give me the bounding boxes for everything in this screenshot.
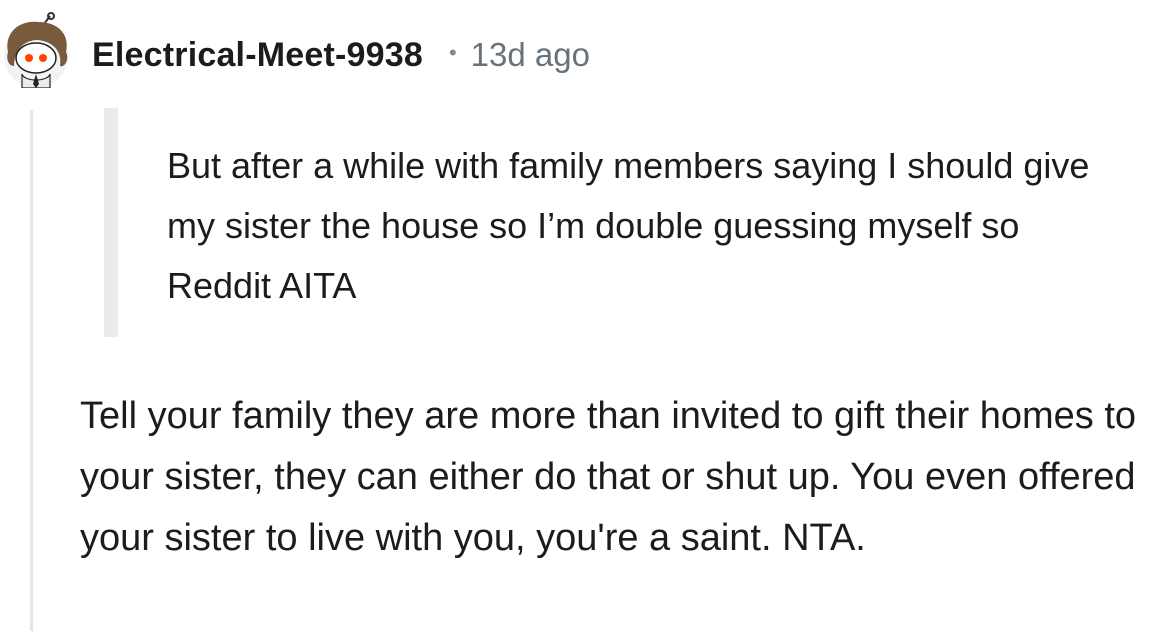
blockquote-bar [104, 108, 118, 337]
snoo-avatar-icon [4, 12, 68, 89]
comment-body: Tell your family they are more than invi… [80, 395, 1137, 559]
author-username[interactable]: Electrical-Meet-9938 [92, 36, 423, 75]
thread-collapse-line[interactable] [30, 110, 33, 631]
comment-header: Electrical-Meet-9938 • 13d ago [92, 30, 590, 80]
meta-separator: • [448, 40, 457, 65]
blockquote-text: But after a while with family members sa… [167, 145, 1090, 306]
user-avatar[interactable] [0, 12, 72, 89]
comment-timestamp[interactable]: 13d ago [471, 36, 590, 74]
